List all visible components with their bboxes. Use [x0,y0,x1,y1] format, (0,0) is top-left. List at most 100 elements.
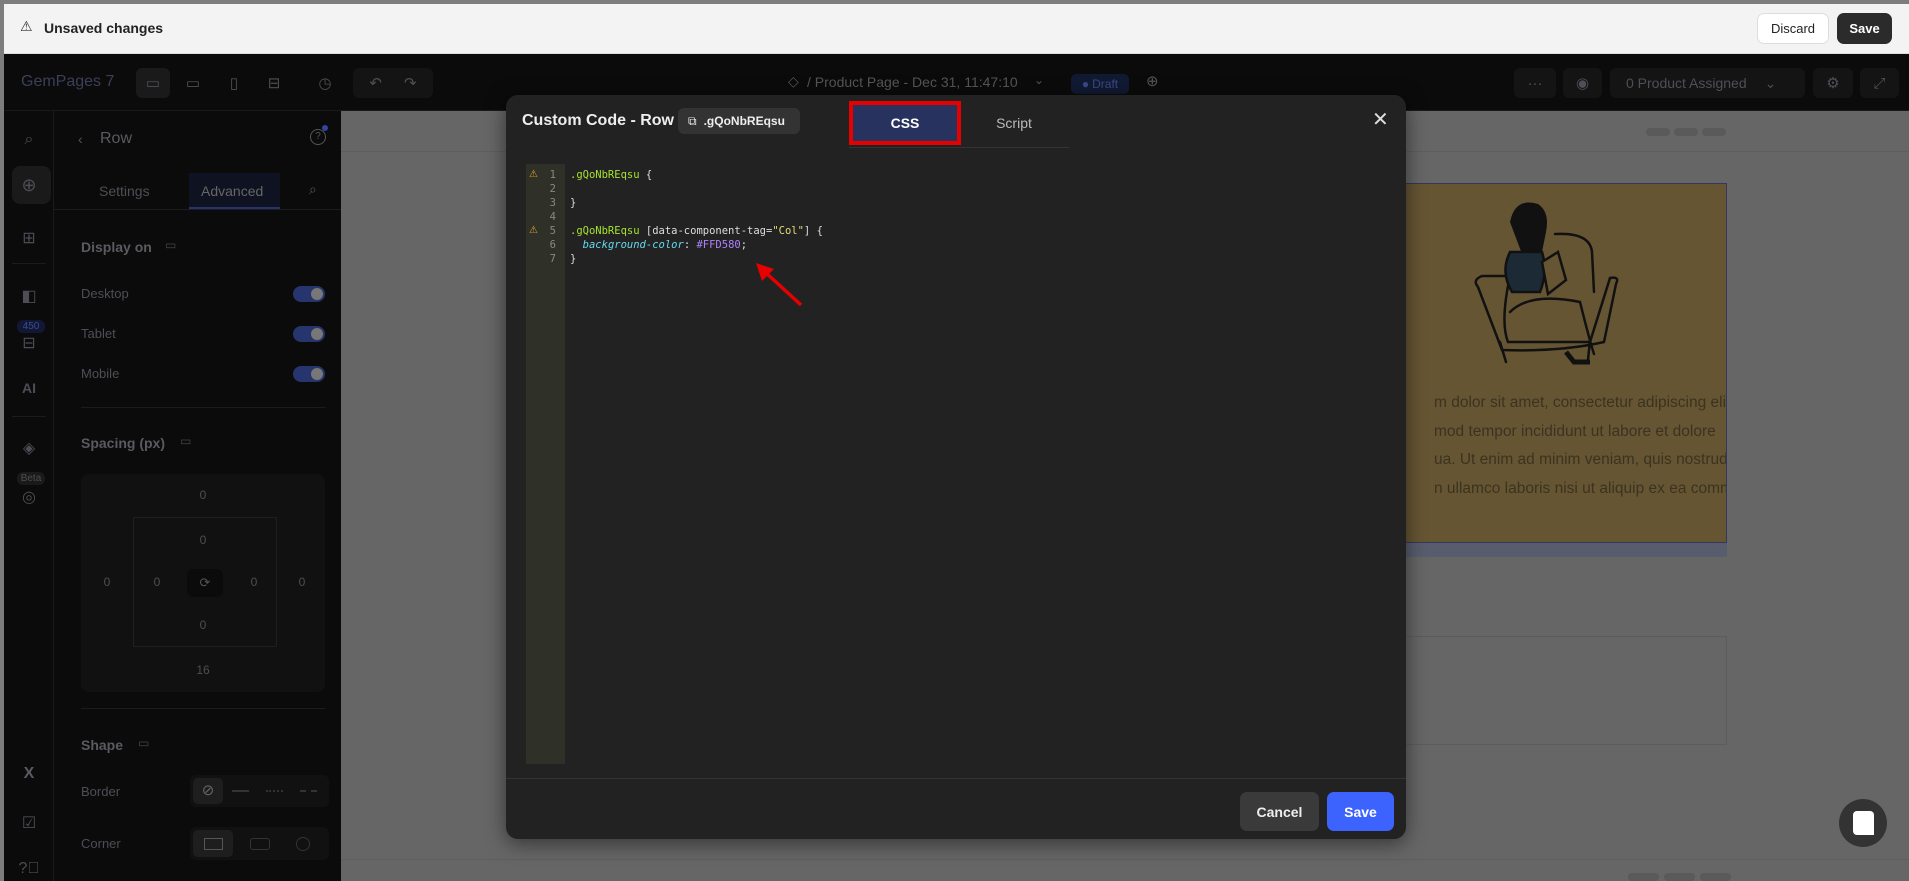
theme-icon[interactable]: ◧ [4,286,54,306]
count-badge: 450 [17,320,45,333]
border-dotted-icon[interactable] [266,790,283,792]
tab-settings[interactable]: Settings [99,183,150,199]
mobile-view-icon[interactable]: ▯ [217,68,251,98]
history-icon[interactable]: ◷ [308,68,342,98]
desktop-label: Desktop [81,286,129,301]
page-title[interactable]: / Product Page - Dec 31, 11:47:10 [807,74,1018,90]
help-icon[interactable]: ? [310,129,326,145]
mobile-label: Mobile [81,366,120,381]
padding-bottom-value[interactable]: 0 [193,618,213,632]
redo-icon[interactable]: ↷ [404,74,417,92]
padding-left-value[interactable]: 0 [147,575,167,589]
ai-icon[interactable]: AI [4,380,54,396]
product-assigned-dropdown[interactable]: 0 Product Assigned ⌄ [1610,68,1805,98]
link-spacing-icon[interactable]: ⟳ [187,569,223,597]
corner-rounded-button[interactable] [250,838,270,850]
cursor-target-icon[interactable]: ◎ [4,487,54,507]
border-none-icon[interactable]: ⊘ [193,778,223,804]
add-element-icon[interactable]: ⊕ [4,175,54,196]
code-line[interactable]: } [570,196,576,210]
product-assigned-label: 0 Product Assigned [1626,75,1747,91]
expand-icon[interactable]: ⤢ [1860,68,1899,98]
layers-icon[interactable]: ◈ [4,438,54,458]
desktop-toggle[interactable] [293,286,325,302]
discard-button[interactable]: Discard [1757,13,1829,44]
undo-icon[interactable]: ↶ [369,74,382,92]
icon-rail: ⌕ ⊕ ⊞ ◧ 450 ⊟ AI ◈ Beta ◎ X ☑ ?⃝ [4,111,54,881]
custom-code-modal: Custom Code - Row ⧉ .gQoNbREqsu CSS Scrip… [506,95,1406,839]
corner-circle-button[interactable] [296,837,310,851]
undo-redo-group: ↶ ↷ [353,68,433,98]
modal-save-button[interactable]: Save [1327,792,1394,831]
corner-style-control [190,827,329,860]
cancel-button[interactable]: Cancel [1240,792,1319,831]
desktop-icon: ▭ [180,434,192,448]
paragraph-text: m dolor sit amet, consectetur adipiscing… [1434,394,1727,534]
tab-script[interactable]: Script [961,101,1067,145]
text-line: mod tempor incididunt ut labore et dolor… [1434,423,1716,440]
tab-advanced[interactable]: Advanced [189,173,280,209]
line-number: 1 [549,169,556,181]
close-icon[interactable]: ✕ [1372,107,1389,132]
back-chevron-icon[interactable]: ‹ [78,131,83,147]
class-name-text: .gQoNbREqsu [703,114,785,128]
more-options-button[interactable]: ··· [1514,68,1556,98]
modal-title: Custom Code - Row [522,112,674,129]
css-code-editor[interactable]: ⚠ 1 .gQoNbREqsu {2 3} 4 ⚠ 5 .gQoNbREqsu [data-c… [526,164,1394,764]
settings-gear-icon[interactable]: ⚙ [1813,68,1853,98]
help-icon[interactable]: ?⃝ [4,860,54,878]
line-number: 4 [549,211,556,223]
tablet-label: Tablet [81,326,116,341]
save-button[interactable]: Save [1837,13,1892,44]
border-solid-icon[interactable] [232,790,249,792]
woman-reading-illustration [1474,202,1619,365]
class-name-chip[interactable]: ⧉ .gQoNbREqsu [678,108,800,134]
tab-css[interactable]: CSS [849,101,961,145]
apps-grid-icon[interactable]: ⊞ [4,228,54,248]
chat-icon [1852,811,1874,835]
laptop-view-icon[interactable]: ▭ [176,68,210,98]
globe-icon[interactable]: ⊕ [1146,72,1159,90]
code-line[interactable]: } [570,252,576,266]
tablet-toggle[interactable] [293,326,325,342]
x-integration-icon[interactable]: X [4,765,54,783]
search-icon[interactable]: ⌕ [309,181,317,198]
margin-top-value[interactable]: 0 [193,488,213,502]
code-line[interactable]: background-color: #FFD580; [570,238,747,252]
desktop-view-icon[interactable]: ▭ [136,68,170,98]
status-text: Draft [1092,77,1119,91]
code-line[interactable]: .gQoNbREqsu [data-component-tag="Col"] { [570,224,823,238]
layout-view-icon[interactable]: ⊟ [257,68,291,98]
spacing-heading: Spacing (px) [81,435,166,451]
border-label: Border [81,784,121,799]
line-number: 3 [549,197,556,209]
chat-support-button[interactable] [1839,799,1887,847]
margin-right-value[interactable]: 0 [292,575,312,589]
tab-advanced-label: Advanced [201,183,264,199]
text-line: n ullamco laboris nisi ut aliquip ex ea … [1434,480,1727,497]
brand-name: GemPages 7 [21,73,115,90]
beta-badge: Beta [17,472,45,485]
shape-heading: Shape [81,737,124,753]
border-style-control: ⊘ [190,775,329,807]
margin-left-value[interactable]: 0 [97,575,117,589]
line-number: 7 [549,253,556,265]
line-number: 6 [549,239,556,251]
preview-eye-icon[interactable]: ◉ [1563,68,1602,98]
checklist-icon[interactable]: ☑ [4,813,54,833]
margin-bottom-value[interactable]: 16 [193,663,213,677]
padding-top-value[interactable]: 0 [193,533,213,547]
display-on-heading: Display on [81,239,152,255]
settings-panel: ‹ Row ? Settings Advanced ⌕ Display on ▭… [54,111,341,881]
code-line[interactable]: .gQoNbREqsu { [570,168,652,182]
chevron-down-icon[interactable]: ⌄ [1034,73,1044,87]
line-number: 5 [549,225,556,237]
padding-right-value[interactable]: 0 [244,575,264,589]
mobile-toggle[interactable] [293,366,325,382]
template-icon[interactable]: ⊟ [4,333,54,353]
status-badge: ● Draft [1071,74,1129,94]
border-dashed-icon[interactable] [300,790,317,792]
chevron-down-icon: ⌄ [1764,74,1777,91]
search-icon[interactable]: ⌕ [4,131,54,149]
corner-square-button[interactable] [193,830,233,857]
